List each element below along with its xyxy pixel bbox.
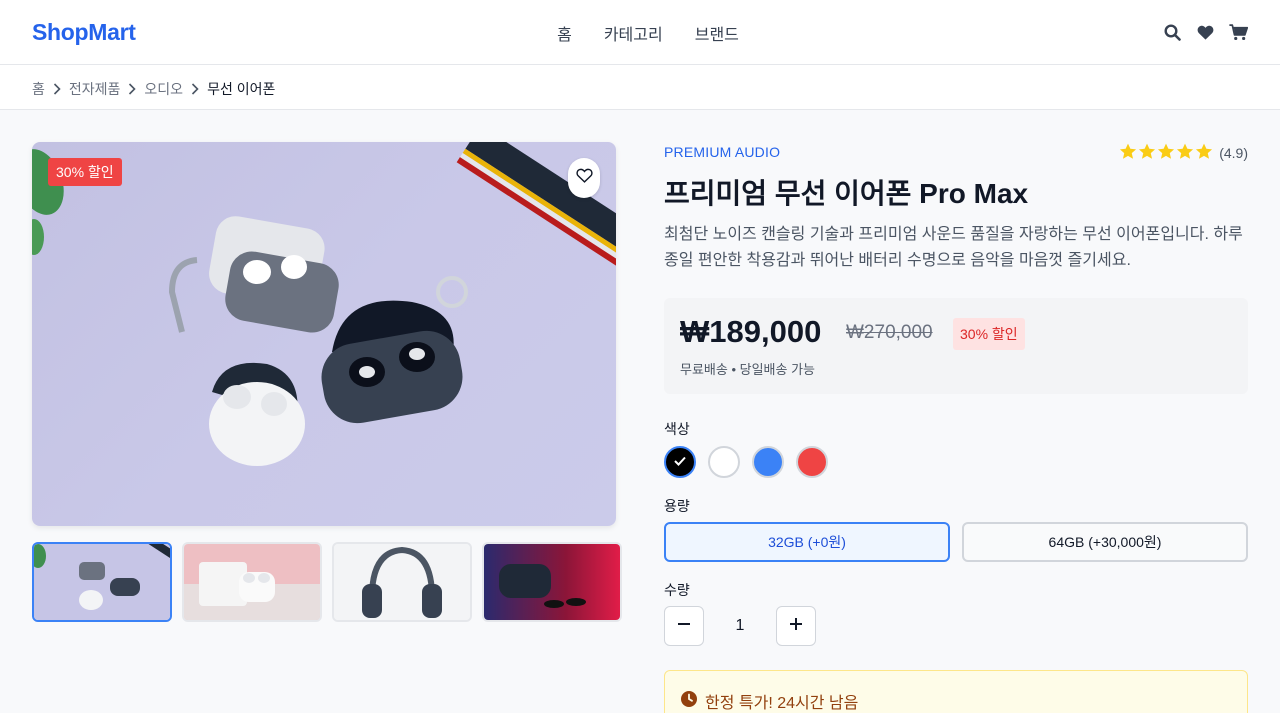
header-actions	[1162, 21, 1248, 43]
heart-outline-icon	[575, 168, 593, 188]
check-icon	[674, 453, 686, 471]
color-label: 색상	[664, 421, 690, 437]
color-swatch-white[interactable]	[708, 446, 740, 478]
clock-icon	[681, 690, 697, 712]
product-photo	[32, 142, 616, 466]
rating-value: (4.9)	[1219, 145, 1248, 161]
thumbnail-3[interactable]	[332, 542, 472, 622]
quantity-value[interactable]: 1	[704, 606, 776, 646]
logo[interactable]: ShopMart	[32, 19, 136, 46]
nav-brand[interactable]: 브랜드	[695, 21, 739, 45]
chevron-right-icon	[191, 83, 199, 95]
rating: (4.9)	[1119, 143, 1248, 163]
breadcrumb-home[interactable]: 홈	[32, 79, 45, 99]
quantity-decrease-button[interactable]	[664, 606, 704, 646]
main-nav: 홈 카테고리 브랜드	[0, 21, 1280, 45]
quantity-label: 수량	[664, 582, 690, 598]
color-swatch-blue[interactable]	[752, 446, 784, 478]
color-swatch-black[interactable]	[664, 446, 696, 478]
wishlist-button[interactable]	[568, 158, 600, 198]
price-box: ₩189,000 ₩270,000 30% 할인 무료배송 • 당일배송 가능	[664, 298, 1248, 394]
star-icon	[1138, 143, 1156, 163]
main-product-image: 30% 할인	[32, 142, 616, 526]
capacity-option-32gb[interactable]: 32GB (+0원)	[664, 522, 950, 562]
limited-deal-banner: 한정 특가! 24시간 남음	[664, 670, 1248, 713]
nav-category[interactable]: 카테고리	[604, 21, 663, 45]
brand-label: PREMIUM AUDIO	[664, 144, 781, 160]
site-header: ShopMart 홈 카테고리 브랜드	[0, 0, 1280, 65]
capacity-label: 용량	[664, 498, 690, 514]
star-icon	[1119, 143, 1137, 163]
current-price: ₩189,000	[680, 314, 822, 349]
breadcrumb-current: 무선 이어폰	[207, 81, 276, 97]
shipping-info: 무료배송 • 당일배송 가능	[680, 362, 815, 377]
color-swatch-red[interactable]	[796, 446, 828, 478]
search-icon[interactable]	[1162, 21, 1182, 43]
cart-icon[interactable]	[1228, 21, 1248, 43]
capacity-option-64gb[interactable]: 64GB (+30,000원)	[962, 522, 1248, 562]
thumbnail-1[interactable]	[32, 542, 172, 622]
breadcrumb-audio[interactable]: 오디오	[144, 79, 183, 99]
original-price: ₩270,000	[846, 322, 933, 343]
deal-text: 한정 특가! 24시간 남음	[705, 695, 859, 712]
star-icon	[1176, 143, 1194, 163]
minus-icon	[677, 617, 691, 636]
chevron-right-icon	[53, 83, 61, 95]
star-icon	[1157, 143, 1175, 163]
thumbnail-4[interactable]	[482, 542, 622, 622]
discount-badge: 30% 할인	[953, 318, 1025, 350]
nav-home[interactable]: 홈	[557, 21, 572, 45]
breadcrumb-bar: 홈 전자제품 오디오 무선 이어폰	[0, 65, 1280, 110]
breadcrumb-electronics[interactable]: 전자제품	[69, 79, 121, 99]
heart-icon[interactable]	[1195, 21, 1215, 43]
product-description: 최첨단 노이즈 캔슬링 기술과 프리미엄 사운드 품질을 자랑하는 무선 이어폰…	[664, 226, 1243, 269]
plus-icon	[789, 617, 803, 636]
star-icon	[1195, 143, 1213, 163]
thumbnail-2[interactable]	[182, 542, 322, 622]
color-swatches	[664, 446, 828, 478]
breadcrumb: 홈 전자제품 오디오 무선 이어폰	[32, 79, 275, 99]
thumbnail-strip	[32, 542, 622, 622]
chevron-right-icon	[128, 83, 137, 95]
sale-badge: 30% 할인	[48, 158, 122, 186]
quantity-increase-button[interactable]	[776, 606, 816, 646]
product-title: 프리미엄 무선 이어폰 Pro Max	[664, 178, 1029, 209]
